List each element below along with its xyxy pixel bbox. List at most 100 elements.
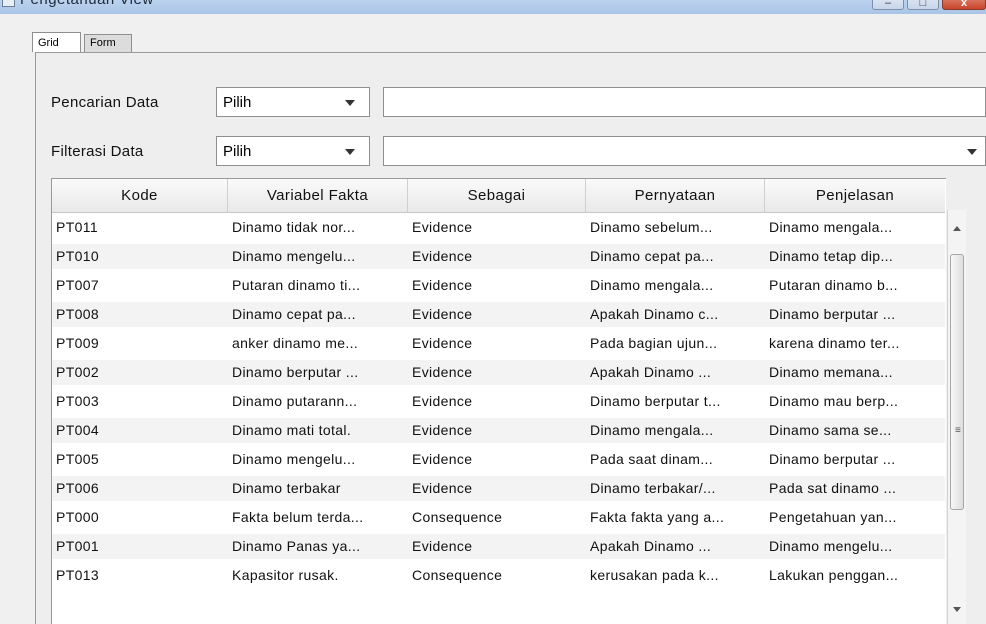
maximize-button[interactable]: □	[907, 0, 939, 10]
table-cell: PT009	[56, 335, 99, 351]
tab-grid[interactable]: Grid	[32, 32, 81, 52]
table-row[interactable]: PT000 Fakta belum terda... Consequence Fakt…	[52, 505, 945, 530]
table-cell: PT001	[56, 538, 99, 554]
close-button[interactable]: x	[942, 0, 986, 10]
table-cell: Evidence	[412, 277, 473, 293]
table-cell: PT006	[56, 480, 99, 496]
table-cell: Dinamo cepat pa...	[590, 248, 714, 264]
table-cell: Evidence	[412, 422, 473, 438]
table-cell: PT000	[56, 509, 99, 525]
table-cell: Lakukan penggan...	[769, 567, 899, 583]
table-row[interactable]: PT008 Dinamo cepat pa... Evidence Apakah Di…	[52, 302, 945, 327]
app-window-icon	[2, 0, 15, 7]
scrollbar-thumb[interactable]: ≡	[950, 254, 964, 510]
scroll-up-arrow-icon[interactable]	[953, 226, 961, 231]
scroll-down-arrow-icon[interactable]	[953, 607, 961, 612]
table-row[interactable]: PT013 Kapasitor rusak. Consequence kerusaka…	[52, 563, 945, 588]
filter-value-combobox[interactable]	[383, 136, 986, 166]
column-header-penjelasan[interactable]: Penjelasan	[765, 179, 945, 212]
chevron-down-icon	[345, 100, 355, 106]
table-row[interactable]: PT004 Dinamo mati total. Evidence Dinamo me…	[52, 418, 945, 443]
table-row[interactable]: PT003 Dinamo putarann... Evidence Dinamo be…	[52, 389, 945, 414]
table-row[interactable]: PT010 Dinamo mengelu... Evidence Dinamo cep…	[52, 244, 945, 269]
table-cell: Dinamo putarann...	[232, 393, 358, 409]
search-input[interactable]	[383, 87, 986, 117]
column-header-sebagai[interactable]: Sebagai	[408, 179, 586, 212]
table-cell: Pada bagian ujun...	[590, 335, 718, 351]
table-row[interactable]: PT007 Putaran dinamo ti... Evidence Dinamo …	[52, 273, 945, 298]
chevron-down-icon	[967, 149, 977, 155]
filter-label: Filterasi Data	[51, 143, 144, 160]
table-cell: Apakah Dinamo c...	[590, 306, 719, 322]
table-cell: Evidence	[412, 364, 473, 380]
table-cell: Evidence	[412, 306, 473, 322]
table-cell: Dinamo terbakar/...	[590, 480, 716, 496]
table-row[interactable]: PT005 Dinamo mengelu... Evidence Pada saat …	[52, 447, 945, 472]
column-header-kode[interactable]: Kode	[52, 179, 228, 212]
table-cell: PT011	[56, 219, 98, 235]
table-cell: Putaran dinamo ti...	[232, 277, 361, 293]
search-select-value: Pilih	[223, 94, 252, 111]
table-cell: Dinamo berputar ...	[769, 306, 896, 322]
table-row[interactable]: PT002 Dinamo berputar ... Evidence Apakah D…	[52, 360, 945, 385]
table-cell: Evidence	[412, 480, 473, 496]
table-cell: PT002	[56, 364, 99, 380]
minimize-button[interactable]: –	[872, 0, 904, 10]
table-cell: Pada sat dinamo ...	[769, 480, 897, 496]
table-cell: anker dinamo me...	[232, 335, 359, 351]
window-titlebar: Pengetahuan View – □ x	[0, 0, 986, 14]
search-label: Pencarian Data	[51, 94, 159, 111]
table-row[interactable]: PT009 anker dinamo me... Evidence Pada bagi…	[52, 331, 945, 356]
column-header-variabel-fakta[interactable]: Variabel Fakta	[228, 179, 408, 212]
table-cell: Dinamo sebelum...	[590, 219, 713, 235]
table-cell: Evidence	[412, 538, 473, 554]
table-cell: Dinamo berputar ...	[232, 364, 359, 380]
table-cell: Dinamo tidak nor...	[232, 219, 356, 235]
table-cell: Dinamo cepat pa...	[232, 306, 356, 322]
table-cell: Dinamo mau berp...	[769, 393, 899, 409]
table-vertical-scrollbar[interactable]: ≡	[947, 210, 966, 624]
table-cell: PT008	[56, 306, 99, 322]
table-cell: PT003	[56, 393, 99, 409]
table-cell: Evidence	[412, 451, 473, 467]
table-cell: Dinamo sama se...	[769, 422, 892, 438]
table-cell: Fakta belum terda...	[232, 509, 364, 525]
search-field-select[interactable]: Pilih	[216, 87, 370, 117]
close-icon: x	[960, 0, 968, 9]
table-cell: Dinamo berputar t...	[590, 393, 721, 409]
table-cell: PT007	[56, 277, 99, 293]
table-cell: Dinamo mengelu...	[769, 538, 893, 554]
filter-field-select[interactable]: Pilih	[216, 136, 370, 166]
table-cell: Dinamo mengala...	[590, 422, 714, 438]
table-cell: Dinamo mengelu...	[232, 451, 356, 467]
filter-select-value: Pilih	[223, 143, 252, 160]
table-cell: karena dinamo ter...	[769, 335, 900, 351]
table-cell: Fakta fakta yang a...	[590, 509, 725, 525]
table-cell: Dinamo mengelu...	[232, 248, 356, 264]
table-cell: Dinamo Panas ya...	[232, 538, 361, 554]
chevron-down-icon	[345, 149, 355, 155]
table-cell: PT004	[56, 422, 99, 438]
table-cell: Evidence	[412, 248, 473, 264]
grip-icon: ≡	[955, 425, 961, 436]
table-cell: Dinamo berputar ...	[769, 451, 896, 467]
table-cell: Dinamo memana...	[769, 364, 893, 380]
table-row[interactable]: PT006 Dinamo terbakar Evidence Dinamo terba…	[52, 476, 945, 501]
data-table: Kode Variabel Fakta Sebagai Pernyataan P…	[51, 178, 946, 624]
table-cell: kerusakan pada k...	[590, 567, 719, 583]
table-body: PT011 Dinamo tidak nor... Evidence Dinamo s…	[52, 213, 945, 623]
table-cell: Consequence	[412, 567, 503, 583]
table-cell: Dinamo tetap dip...	[769, 248, 894, 264]
table-cell: Pengetahuan yan...	[769, 509, 897, 525]
tab-form[interactable]: Form	[84, 34, 132, 52]
table-cell: PT013	[56, 567, 99, 583]
table-cell: Apakah Dinamo ...	[590, 364, 712, 380]
minimize-icon: –	[884, 0, 892, 9]
table-header: Kode Variabel Fakta Sebagai Pernyataan P…	[52, 179, 945, 213]
column-header-pernyataan[interactable]: Pernyataan	[586, 179, 765, 212]
table-row[interactable]: PT011 Dinamo tidak nor... Evidence Dinamo s…	[52, 215, 945, 240]
window-title: Pengetahuan View	[20, 0, 154, 8]
table-row[interactable]: PT001 Dinamo Panas ya... Evidence Apakah Di…	[52, 534, 945, 559]
table-cell: Evidence	[412, 335, 473, 351]
table-cell: PT010	[56, 248, 99, 264]
